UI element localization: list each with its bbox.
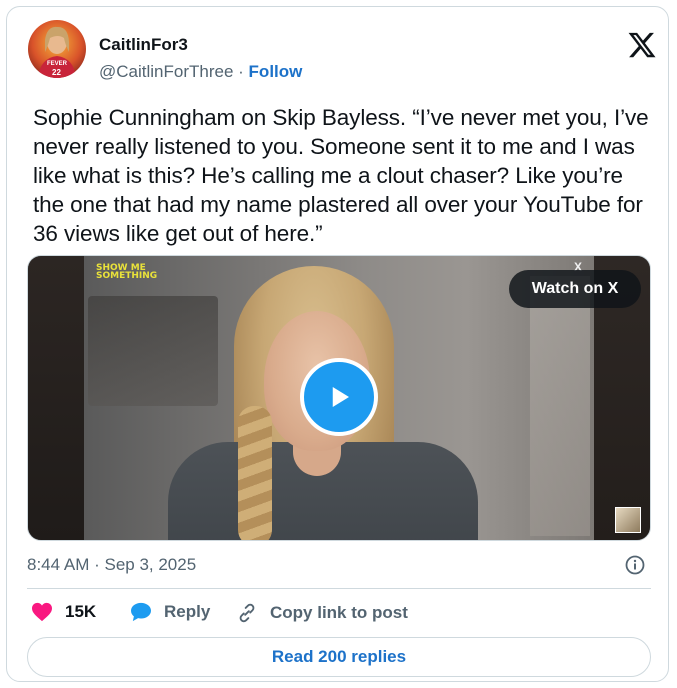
avatar[interactable]: FEVER 22	[28, 20, 86, 78]
post-timestamp[interactable]: 8:44 AM · Sep 3, 2025	[27, 555, 196, 575]
video-player[interactable]: SHOW ME SOMETHING X Watch on X	[27, 255, 651, 541]
copy-link-label: Copy link to post	[270, 603, 408, 622]
avatar-jersey-number: 22	[52, 68, 61, 77]
handle-row: @CaitlinForThree · Follow	[99, 62, 302, 82]
handle-separator: ·	[238, 62, 244, 81]
video-background-door	[530, 276, 590, 536]
follow-button[interactable]: Follow	[249, 62, 303, 81]
copy-link-button[interactable]: Copy link to post	[236, 602, 408, 624]
like-button[interactable]: 15K	[31, 602, 96, 622]
display-name[interactable]: CaitlinFor3	[99, 35, 188, 55]
video-watermark: SHOW ME SOMETHING	[96, 264, 158, 281]
reply-label: Reply	[164, 602, 211, 621]
x-logo-icon[interactable]	[627, 30, 657, 60]
play-button[interactable]	[300, 358, 378, 436]
video-background-shelf	[88, 296, 218, 406]
reply-button[interactable]: Reply	[130, 602, 210, 622]
play-icon	[332, 387, 349, 407]
read-replies-button[interactable]: Read 200 replies	[27, 637, 651, 677]
watch-on-x-button[interactable]: Watch on X	[509, 270, 641, 308]
video-corner-thumbnail	[615, 507, 641, 533]
letterbox-left	[28, 256, 84, 540]
video-subject-braid	[238, 406, 272, 540]
link-icon	[239, 603, 255, 623]
user-handle[interactable]: @CaitlinForThree	[99, 62, 233, 81]
heart-icon	[32, 602, 52, 622]
avatar-jersey-team: FEVER	[47, 61, 68, 67]
divider	[27, 588, 651, 589]
like-count: 15K	[65, 602, 97, 621]
info-icon[interactable]	[625, 555, 645, 575]
post-text: Sophie Cunningham on Skip Bayless. “I’ve…	[33, 105, 649, 246]
watermark-line-2: SOMETHING	[96, 271, 158, 281]
reply-bubble-icon	[131, 602, 151, 622]
